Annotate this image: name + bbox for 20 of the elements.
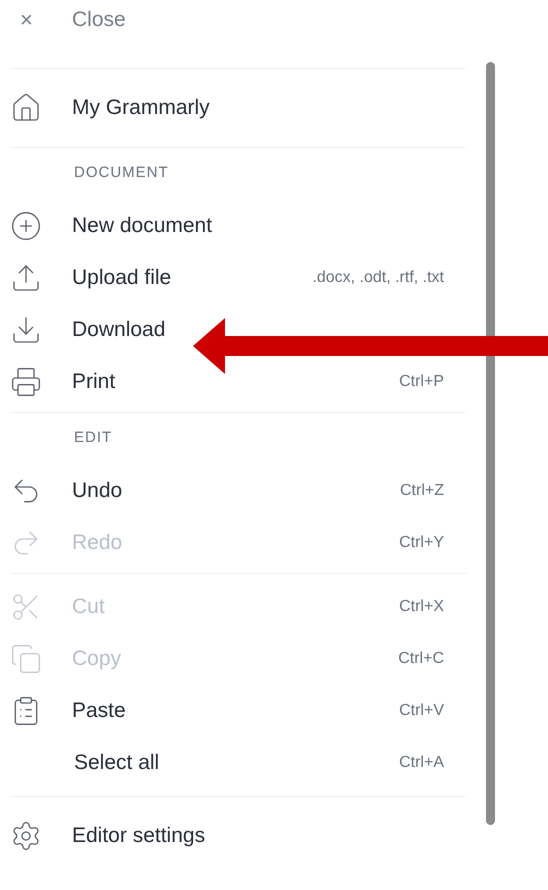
shortcut-text: Ctrl+P [399,373,444,391]
shortcut-text: Ctrl+V [399,702,444,720]
file-types-hint: .docx, .odt, .rtf, .txt [312,269,444,287]
section-heading: DOCUMENT [74,163,169,183]
menu-item[interactable]: Editor settings [72,824,206,848]
shortcut-text: Ctrl+Y [399,534,444,552]
shortcut-text: Ctrl+A [399,754,444,772]
menu-item[interactable]: Select all [74,751,160,775]
menu-item[interactable]: Undo [72,479,122,503]
section-heading: EDIT [74,428,112,448]
shortcut-text: Ctrl+Z [400,482,444,500]
menu-item[interactable]: Download [72,318,166,342]
menu-item[interactable]: New document [72,214,212,238]
shortcut-text: Ctrl+C [398,650,444,668]
shortcut-text: Ctrl+X [399,598,444,616]
close-button[interactable]: × Close [10,0,126,40]
menu-item[interactable]: Print [72,370,116,394]
menu-item[interactable]: My Grammarly [72,96,210,120]
menu-item[interactable]: Paste [72,699,126,723]
menu-item[interactable]: Upload file [72,266,172,290]
